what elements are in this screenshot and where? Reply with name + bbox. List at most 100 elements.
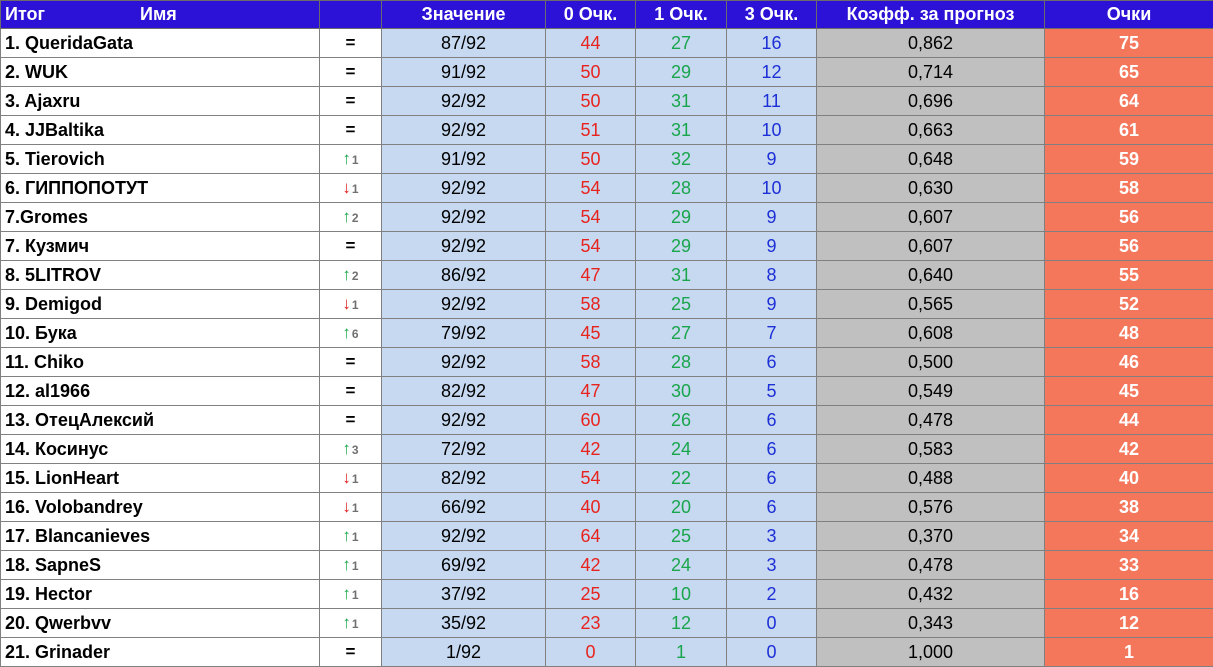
one-point-cell: 31 — [635, 86, 727, 116]
points-cell: 58 — [1044, 173, 1213, 203]
header-coefficient[interactable]: Коэфф. за прогноз — [816, 0, 1045, 29]
coefficient-cell: 0,607 — [816, 231, 1045, 261]
header-zero-points[interactable]: 0 Очк. — [545, 0, 636, 29]
player-name-cell[interactable]: 12. al1966 — [0, 376, 320, 406]
player-name-cell[interactable]: 13. ОтецАлексий — [0, 405, 320, 435]
trend-cell: = — [319, 57, 382, 87]
player-name-cell[interactable]: 17. Blancanieves — [0, 521, 320, 551]
player-name-cell[interactable]: 6. ГИППОПОТУТ — [0, 173, 320, 203]
player-name-cell[interactable]: 9. Demigod — [0, 289, 320, 319]
arrow-down-icon: ↓ — [342, 497, 351, 516]
table-row[interactable]: 12. al1966 = 82/92 47 30 5 0,549 45 — [0, 376, 1213, 406]
player-name-cell[interactable]: 16. Volobandrey — [0, 492, 320, 522]
table-row[interactable]: 9. Demigod ↓1 92/92 58 25 9 0,565 52 — [0, 289, 1213, 319]
equals-icon: = — [345, 120, 356, 139]
player-name-cell[interactable]: 18. SapneS — [0, 550, 320, 580]
player-name-cell[interactable]: 19. Hector — [0, 579, 320, 609]
value-cell: 92/92 — [381, 521, 546, 551]
value-cell: 66/92 — [381, 492, 546, 522]
points-cell: 46 — [1044, 347, 1213, 377]
table-row[interactable]: 7. Кузмич = 92/92 54 29 9 0,607 56 — [0, 231, 1213, 261]
table-row[interactable]: 1. QueridaGata = 87/92 44 27 16 0,862 75 — [0, 28, 1213, 58]
player-name-cell[interactable]: 3. Ajaxru — [0, 86, 320, 116]
zero-points-cell: 51 — [545, 115, 636, 145]
points-cell: 45 — [1044, 376, 1213, 406]
standings-table: Итог Имя Значение 0 Очк. 1 Очк. 3 Очк. К… — [0, 0, 1213, 667]
trend-cell: = — [319, 405, 382, 435]
player-name-cell[interactable]: 8. 5LITROV — [0, 260, 320, 290]
header-one-point[interactable]: 1 Очк. — [635, 0, 727, 29]
coefficient-cell: 0,696 — [816, 86, 1045, 116]
coefficient-cell: 0,478 — [816, 405, 1045, 435]
zero-points-cell: 54 — [545, 173, 636, 203]
coefficient-cell: 0,370 — [816, 521, 1045, 551]
table-row[interactable]: 8. 5LITROV ↑2 86/92 47 31 8 0,640 55 — [0, 260, 1213, 290]
three-points-cell: 9 — [726, 202, 817, 232]
points-cell: 1 — [1044, 637, 1213, 667]
zero-points-cell: 25 — [545, 579, 636, 609]
one-point-cell: 28 — [635, 173, 727, 203]
player-name-cell[interactable]: 1. QueridaGata — [0, 28, 320, 58]
arrow-up-icon: ↑ — [342, 149, 351, 168]
table-row[interactable]: 5. Tierovich ↑1 91/92 50 32 9 0,648 59 — [0, 144, 1213, 174]
header-three-points[interactable]: 3 Очк. — [726, 0, 817, 29]
value-cell: 37/92 — [381, 579, 546, 609]
three-points-cell: 9 — [726, 144, 817, 174]
points-cell: 38 — [1044, 492, 1213, 522]
player-name-cell[interactable]: 10. Бука — [0, 318, 320, 348]
table-row[interactable]: 4. JJBaltika = 92/92 51 31 10 0,663 61 — [0, 115, 1213, 145]
value-cell: 82/92 — [381, 376, 546, 406]
coefficient-cell: 0,549 — [816, 376, 1045, 406]
header-value[interactable]: Значение — [381, 0, 546, 29]
equals-icon: = — [345, 33, 356, 52]
three-points-cell: 5 — [726, 376, 817, 406]
zero-points-cell: 50 — [545, 57, 636, 87]
player-name-cell[interactable]: 11. Chiko — [0, 347, 320, 377]
player-name-cell[interactable]: 14. Косинус — [0, 434, 320, 464]
player-name-cell[interactable]: 21. Grinader — [0, 637, 320, 667]
table-row[interactable]: 18. SapneS ↑1 69/92 42 24 3 0,478 33 — [0, 550, 1213, 580]
zero-points-cell: 64 — [545, 521, 636, 551]
player-name-cell[interactable]: 15. LionHeart — [0, 463, 320, 493]
points-cell: 56 — [1044, 231, 1213, 261]
value-cell: 92/92 — [381, 289, 546, 319]
player-name-cell[interactable]: 7.Gromes — [0, 202, 320, 232]
one-point-cell: 31 — [635, 115, 727, 145]
points-cell: 64 — [1044, 86, 1213, 116]
coefficient-cell: 0,432 — [816, 579, 1045, 609]
player-name-cell[interactable]: 20. Qwerbvv — [0, 608, 320, 638]
player-name-cell[interactable]: 5. Tierovich — [0, 144, 320, 174]
coefficient-cell: 0,607 — [816, 202, 1045, 232]
table-row[interactable]: 14. Косинус ↑3 72/92 42 24 6 0,583 42 — [0, 434, 1213, 464]
table-row[interactable]: 10. Бука ↑6 79/92 45 27 7 0,608 48 — [0, 318, 1213, 348]
zero-points-cell: 54 — [545, 231, 636, 261]
table-row[interactable]: 17. Blancanieves ↑1 92/92 64 25 3 0,370 34 — [0, 521, 1213, 551]
table-row[interactable]: 11. Chiko = 92/92 58 28 6 0,500 46 — [0, 347, 1213, 377]
player-name-cell[interactable]: 2. WUK — [0, 57, 320, 87]
player-name-cell[interactable]: 7. Кузмич — [0, 231, 320, 261]
table-row[interactable]: 3. Ajaxru = 92/92 50 31 11 0,696 64 — [0, 86, 1213, 116]
table-row[interactable]: 15. LionHeart ↓1 82/92 54 22 6 0,488 40 — [0, 463, 1213, 493]
table-row[interactable]: 2. WUK = 91/92 50 29 12 0,714 65 — [0, 57, 1213, 87]
header-itog-name[interactable]: Итог Имя — [0, 0, 320, 29]
coefficient-cell: 0,648 — [816, 144, 1045, 174]
header-trend[interactable] — [319, 0, 382, 29]
table-row[interactable]: 21. Grinader = 1/92 0 1 0 1,000 1 — [0, 637, 1213, 667]
value-cell: 35/92 — [381, 608, 546, 638]
trend-cell: = — [319, 86, 382, 116]
equals-icon: = — [345, 62, 356, 81]
header-points[interactable]: Очки — [1044, 0, 1213, 29]
table-row[interactable]: 13. ОтецАлексий = 92/92 60 26 6 0,478 44 — [0, 405, 1213, 435]
three-points-cell: 12 — [726, 57, 817, 87]
equals-icon: = — [345, 352, 356, 371]
table-row[interactable]: 19. Hector ↑1 37/92 25 10 2 0,432 16 — [0, 579, 1213, 609]
table-row[interactable]: 6. ГИППОПОТУТ ↓1 92/92 54 28 10 0,630 58 — [0, 173, 1213, 203]
header-row: Итог Имя Значение 0 Очк. 1 Очк. 3 Очк. К… — [0, 0, 1213, 29]
table-row[interactable]: 20. Qwerbvv ↑1 35/92 23 12 0 0,343 12 — [0, 608, 1213, 638]
three-points-cell: 6 — [726, 405, 817, 435]
table-row[interactable]: 7.Gromes ↑2 92/92 54 29 9 0,607 56 — [0, 202, 1213, 232]
table-row[interactable]: 16. Volobandrey ↓1 66/92 40 20 6 0,576 38 — [0, 492, 1213, 522]
coefficient-cell: 0,640 — [816, 260, 1045, 290]
coefficient-cell: 0,343 — [816, 608, 1045, 638]
player-name-cell[interactable]: 4. JJBaltika — [0, 115, 320, 145]
